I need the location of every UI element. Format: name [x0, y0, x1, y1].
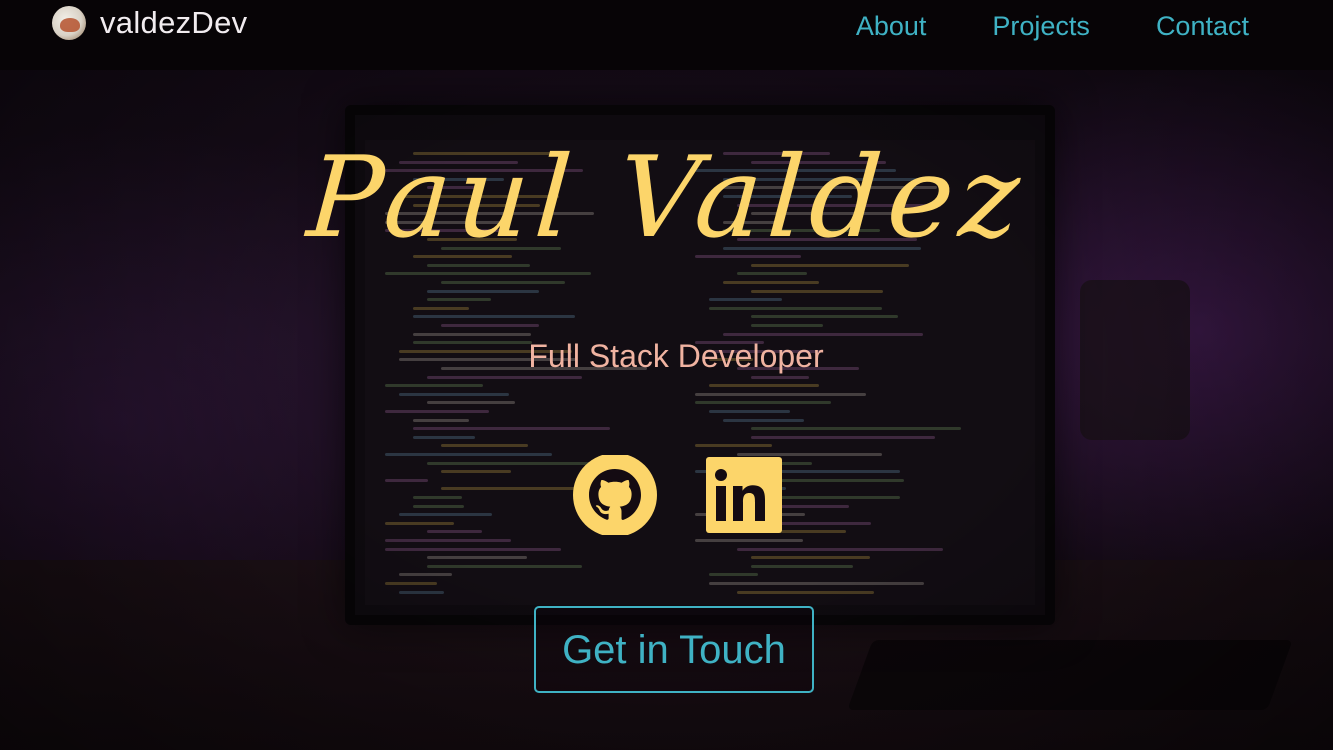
linkedin-link[interactable]: [700, 455, 786, 535]
hero-name: Paul Valdez: [303, 133, 1030, 263]
nav-link-about[interactable]: About: [856, 8, 927, 44]
brand-name: valdezDev: [100, 5, 248, 40]
github-icon: [573, 453, 657, 537]
github-link[interactable]: [572, 453, 658, 537]
social-links: [572, 453, 786, 537]
hero-role: Full Stack Developer: [528, 338, 824, 374]
page: valdezDev About Projects Contact Paul Va…: [0, 0, 1333, 750]
brand-link[interactable]: valdezDev: [52, 6, 247, 40]
avatar: [52, 6, 86, 40]
nav-link-projects[interactable]: Projects: [992, 8, 1090, 44]
nav-link-contact[interactable]: Contact: [1156, 8, 1249, 44]
navbar: valdezDev About Projects Contact: [0, 0, 1333, 70]
get-in-touch-button[interactable]: Get in Touch: [534, 606, 814, 693]
nav-links: About Projects Contact: [856, 8, 1249, 44]
linkedin-icon: [706, 457, 782, 533]
